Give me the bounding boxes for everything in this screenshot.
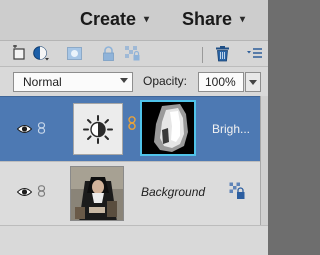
visibility-eye-icon[interactable] [17, 187, 32, 197]
layers-scrollbar[interactable] [260, 96, 268, 225]
layers-panel-footer [0, 225, 268, 255]
create-label: Create [80, 9, 137, 29]
adjustment-thumbnail[interactable] [73, 103, 123, 155]
create-menu[interactable]: Create ▾ [80, 9, 149, 30]
layer-row-brightness[interactable]: Brigh... [0, 96, 260, 162]
panel-menu-icon[interactable] [246, 45, 263, 62]
lock-transparency-icon[interactable] [124, 45, 141, 62]
mask-image [142, 102, 194, 154]
share-chevron-down-icon: ▾ [240, 14, 246, 25]
opacity-label: Opacity: [143, 74, 188, 88]
lock-icon[interactable] [100, 45, 117, 62]
photo-image [71, 167, 123, 220]
opacity-dropdown-button[interactable] [245, 72, 261, 92]
blend-mode-chevron-down-icon [120, 78, 128, 83]
new-layer-icon[interactable] [11, 45, 28, 62]
layers-toolbar [0, 40, 268, 67]
top-header: Create ▾ Share ▾ [0, 0, 268, 40]
blend-mode-value: Normal [23, 75, 62, 89]
layer-link-icon[interactable] [37, 185, 46, 197]
toolbar-separator [202, 47, 203, 63]
create-chevron-down-icon: ▾ [144, 14, 150, 25]
fill-adjustment-icon[interactable] [33, 45, 50, 62]
layer-lock-icon[interactable] [229, 182, 245, 200]
opacity-input[interactable]: 100% [198, 72, 244, 92]
share-menu[interactable]: Share ▾ [182, 9, 245, 30]
layer-name: Background [141, 185, 206, 199]
layer-mask-thumbnail[interactable] [140, 100, 196, 156]
add-mask-icon[interactable] [66, 45, 83, 62]
brightness-contrast-icon [83, 115, 113, 144]
opacity-value: 100% [205, 75, 236, 89]
blend-mode-select[interactable]: Normal [13, 72, 133, 92]
layer-name: Brigh... [212, 122, 251, 136]
background-thumbnail[interactable] [70, 166, 124, 221]
layer-row-background[interactable]: Background [0, 161, 260, 226]
blend-options-row: Normal Opacity: 100% [0, 66, 268, 97]
visibility-eye-icon[interactable] [17, 124, 32, 134]
trash-icon[interactable] [214, 45, 231, 62]
share-label: Share [182, 9, 233, 29]
mask-chain-icon[interactable] [128, 116, 136, 130]
layer-link-icon[interactable] [37, 122, 46, 134]
